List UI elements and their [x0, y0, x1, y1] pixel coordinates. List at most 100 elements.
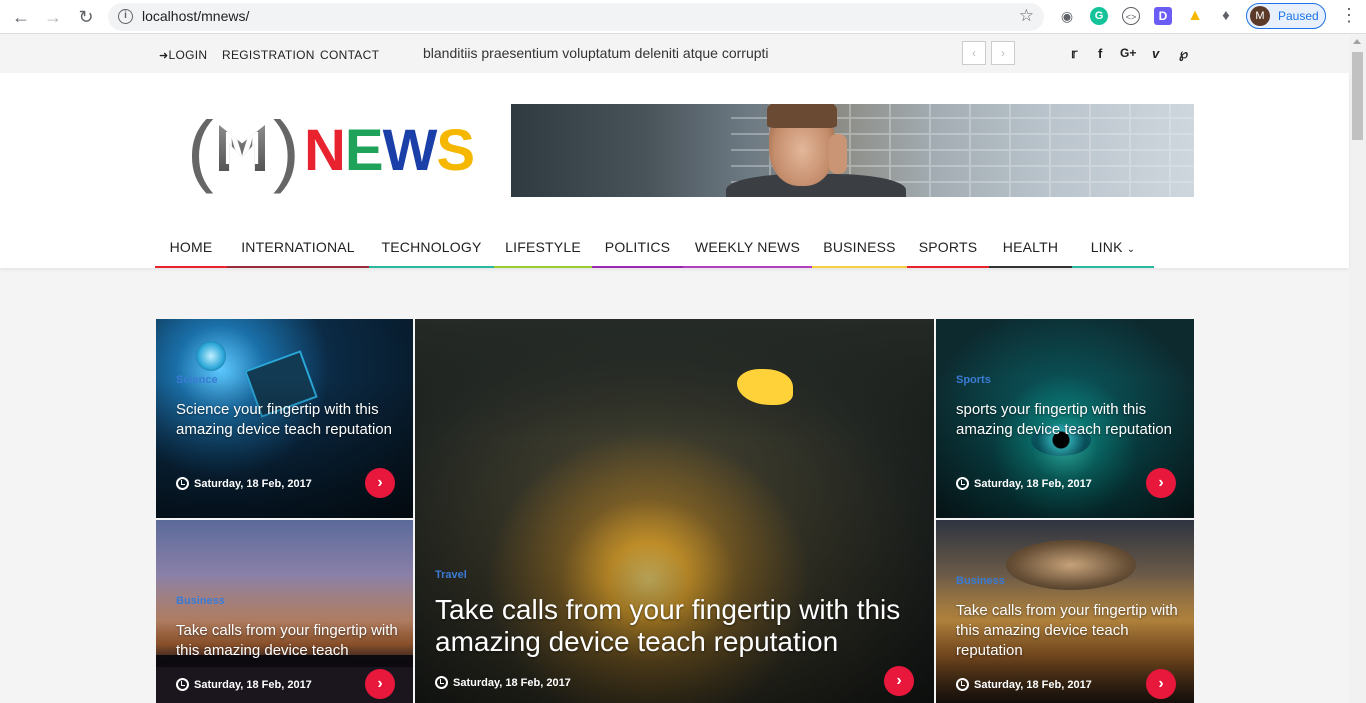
nav-label: TECHNOLOGY	[381, 239, 482, 255]
news-ticker-text[interactable]: blanditiis praesentium voluptatum deleni…	[423, 45, 769, 61]
tile-date-text: Saturday, 18 Feb, 2017	[453, 677, 571, 689]
url-text[interactable]: localhost/mnews/	[142, 8, 249, 24]
page-scrollbar[interactable]	[1349, 35, 1366, 703]
drive-icon[interactable]: ▲	[1186, 7, 1204, 25]
extension-circle-icon[interactable]: <>	[1122, 7, 1140, 25]
tile-title[interactable]: Take calls from your fingertip with this…	[435, 594, 925, 658]
contact-link[interactable]: CONTACT	[320, 48, 379, 62]
bookmark-star-icon[interactable]: ☆	[1019, 6, 1034, 26]
header-banner-ad[interactable]	[511, 104, 1194, 197]
nav-underline	[812, 266, 907, 268]
nav-underline	[592, 266, 683, 268]
logo-letter-w: W	[382, 118, 438, 183]
browser-menu-icon[interactable]: ⋮	[1340, 5, 1358, 26]
news-tile-business-left[interactable]: Business Take calls from your fingertip …	[156, 520, 413, 703]
tile-date-text: Saturday, 18 Feb, 2017	[974, 478, 1092, 490]
back-icon[interactable]: ←	[9, 5, 33, 29]
logo-m: M	[219, 125, 265, 171]
read-more-button[interactable]: ›	[1146, 669, 1176, 699]
logo-letter-e: E	[344, 118, 384, 183]
d-extension-icon[interactable]: D	[1154, 7, 1172, 25]
tile-category[interactable]: Business	[956, 575, 1005, 587]
browser-toolbar: ← → ↻ i localhost/mnews/ ☆ ◉ G <> D ▲ ♦ …	[0, 0, 1366, 34]
tile-title[interactable]: Science your fingertip with this amazing…	[176, 400, 401, 440]
read-more-button[interactable]: ›	[1146, 468, 1176, 498]
tile-category[interactable]: Science	[176, 374, 218, 386]
nav-technology[interactable]: TECHNOLOGY	[369, 232, 494, 268]
site-info-icon[interactable]: i	[118, 9, 133, 24]
nav-underline	[989, 266, 1072, 268]
tile-category[interactable]: Travel	[435, 569, 467, 581]
nav-label: HOME	[169, 239, 213, 255]
login-label: LOGIN	[168, 48, 208, 62]
banner-man-hair	[767, 104, 837, 128]
scroll-up-arrow-icon[interactable]	[1353, 39, 1361, 44]
forward-icon[interactable]: →	[41, 5, 65, 29]
login-link[interactable]: ➜LOGIN	[159, 48, 207, 62]
twitter-icon[interactable]: 𝕣	[1071, 46, 1077, 62]
nav-label: LIFESTYLE	[505, 239, 581, 255]
vimeo-icon[interactable]: v	[1152, 46, 1159, 61]
tile-category[interactable]: Business	[176, 595, 225, 607]
news-tile-business-right[interactable]: Business Take calls from your fingertip …	[936, 520, 1194, 703]
nav-home[interactable]: HOME	[155, 232, 227, 268]
read-more-button[interactable]: ›	[884, 666, 914, 696]
tile-category[interactable]: Sports	[956, 374, 991, 386]
top-bar: ➜LOGIN REGISTRATION CONTACT blanditiis p…	[0, 35, 1349, 73]
pinterest-icon[interactable]: ℘	[1179, 46, 1188, 62]
registration-link[interactable]: REGISTRATION	[222, 48, 315, 62]
tile-title[interactable]: sports your fingertip with this amazing …	[956, 400, 1181, 440]
camera-icon[interactable]: ◉	[1058, 7, 1076, 25]
logo-news: NEWS	[304, 117, 475, 184]
nav-label: BUSINESS	[823, 239, 896, 255]
tile-date: Saturday, 18 Feb, 2017	[956, 678, 1092, 691]
banner-man-hand-phone	[829, 134, 847, 174]
nav-label: INTERNATIONAL	[241, 239, 355, 255]
ticker-next-button[interactable]: ›	[991, 41, 1015, 65]
nav-label: LINK	[1090, 239, 1123, 255]
nav-underline	[683, 266, 812, 268]
news-tile-science[interactable]: Science Science your fingertip with this…	[156, 319, 413, 518]
news-tile-sports[interactable]: Sports sports your fingertip with this a…	[936, 319, 1194, 518]
nav-label: SPORTS	[918, 239, 978, 255]
nav-underline	[494, 266, 592, 268]
nav-lifestyle[interactable]: LIFESTYLE	[494, 232, 592, 268]
tile-date: Saturday, 18 Feb, 2017	[956, 477, 1092, 490]
puzzle-extensions-icon[interactable]: ♦	[1217, 7, 1235, 25]
scrollbar-thumb[interactable]	[1352, 52, 1363, 140]
tile-date: Saturday, 18 Feb, 2017	[435, 676, 571, 689]
nav-link-dropdown[interactable]: LINK ⌄	[1072, 232, 1154, 268]
facebook-icon[interactable]: f	[1098, 46, 1102, 61]
tile-date: Saturday, 18 Feb, 2017	[176, 678, 312, 691]
read-more-button[interactable]: ›	[365, 669, 395, 699]
login-icon: ➜	[159, 50, 169, 62]
nav-weekly-news[interactable]: WEEKLY NEWS	[683, 232, 812, 268]
profile-button[interactable]: M Paused	[1246, 3, 1326, 29]
grammarly-icon[interactable]: G	[1090, 7, 1108, 25]
nav-health[interactable]: HEALTH	[989, 232, 1072, 268]
clock-icon	[176, 477, 189, 490]
news-tile-featured-travel[interactable]: Travel Take calls from your fingertip wi…	[415, 319, 934, 703]
clock-icon	[956, 477, 969, 490]
tile-date-text: Saturday, 18 Feb, 2017	[194, 478, 312, 490]
nav-politics[interactable]: POLITICS	[592, 232, 683, 268]
tile-title[interactable]: Take calls from your fingertip with this…	[956, 601, 1181, 661]
logo-letter-s: S	[436, 118, 475, 183]
profile-status: Paused	[1278, 9, 1319, 23]
clock-icon	[176, 678, 189, 691]
google-plus-icon[interactable]: G+	[1120, 46, 1136, 60]
logo-paren-right: )	[273, 105, 300, 194]
ticker-prev-button[interactable]: ‹	[962, 41, 986, 65]
nav-underline	[155, 266, 227, 268]
reload-icon[interactable]: ↻	[74, 5, 98, 29]
clock-icon	[956, 678, 969, 691]
profile-avatar: M	[1250, 6, 1270, 26]
nav-sports[interactable]: SPORTS	[907, 232, 989, 268]
address-bar[interactable]: i localhost/mnews/ ☆	[108, 3, 1044, 31]
tile-title[interactable]: Take calls from your fingertip with this…	[176, 621, 408, 661]
nav-international[interactable]: INTERNATIONAL	[227, 232, 369, 268]
nav-business[interactable]: BUSINESS	[812, 232, 907, 268]
read-more-button[interactable]: ›	[365, 468, 395, 498]
nav-underline	[227, 266, 369, 268]
nav-underline	[907, 266, 989, 268]
